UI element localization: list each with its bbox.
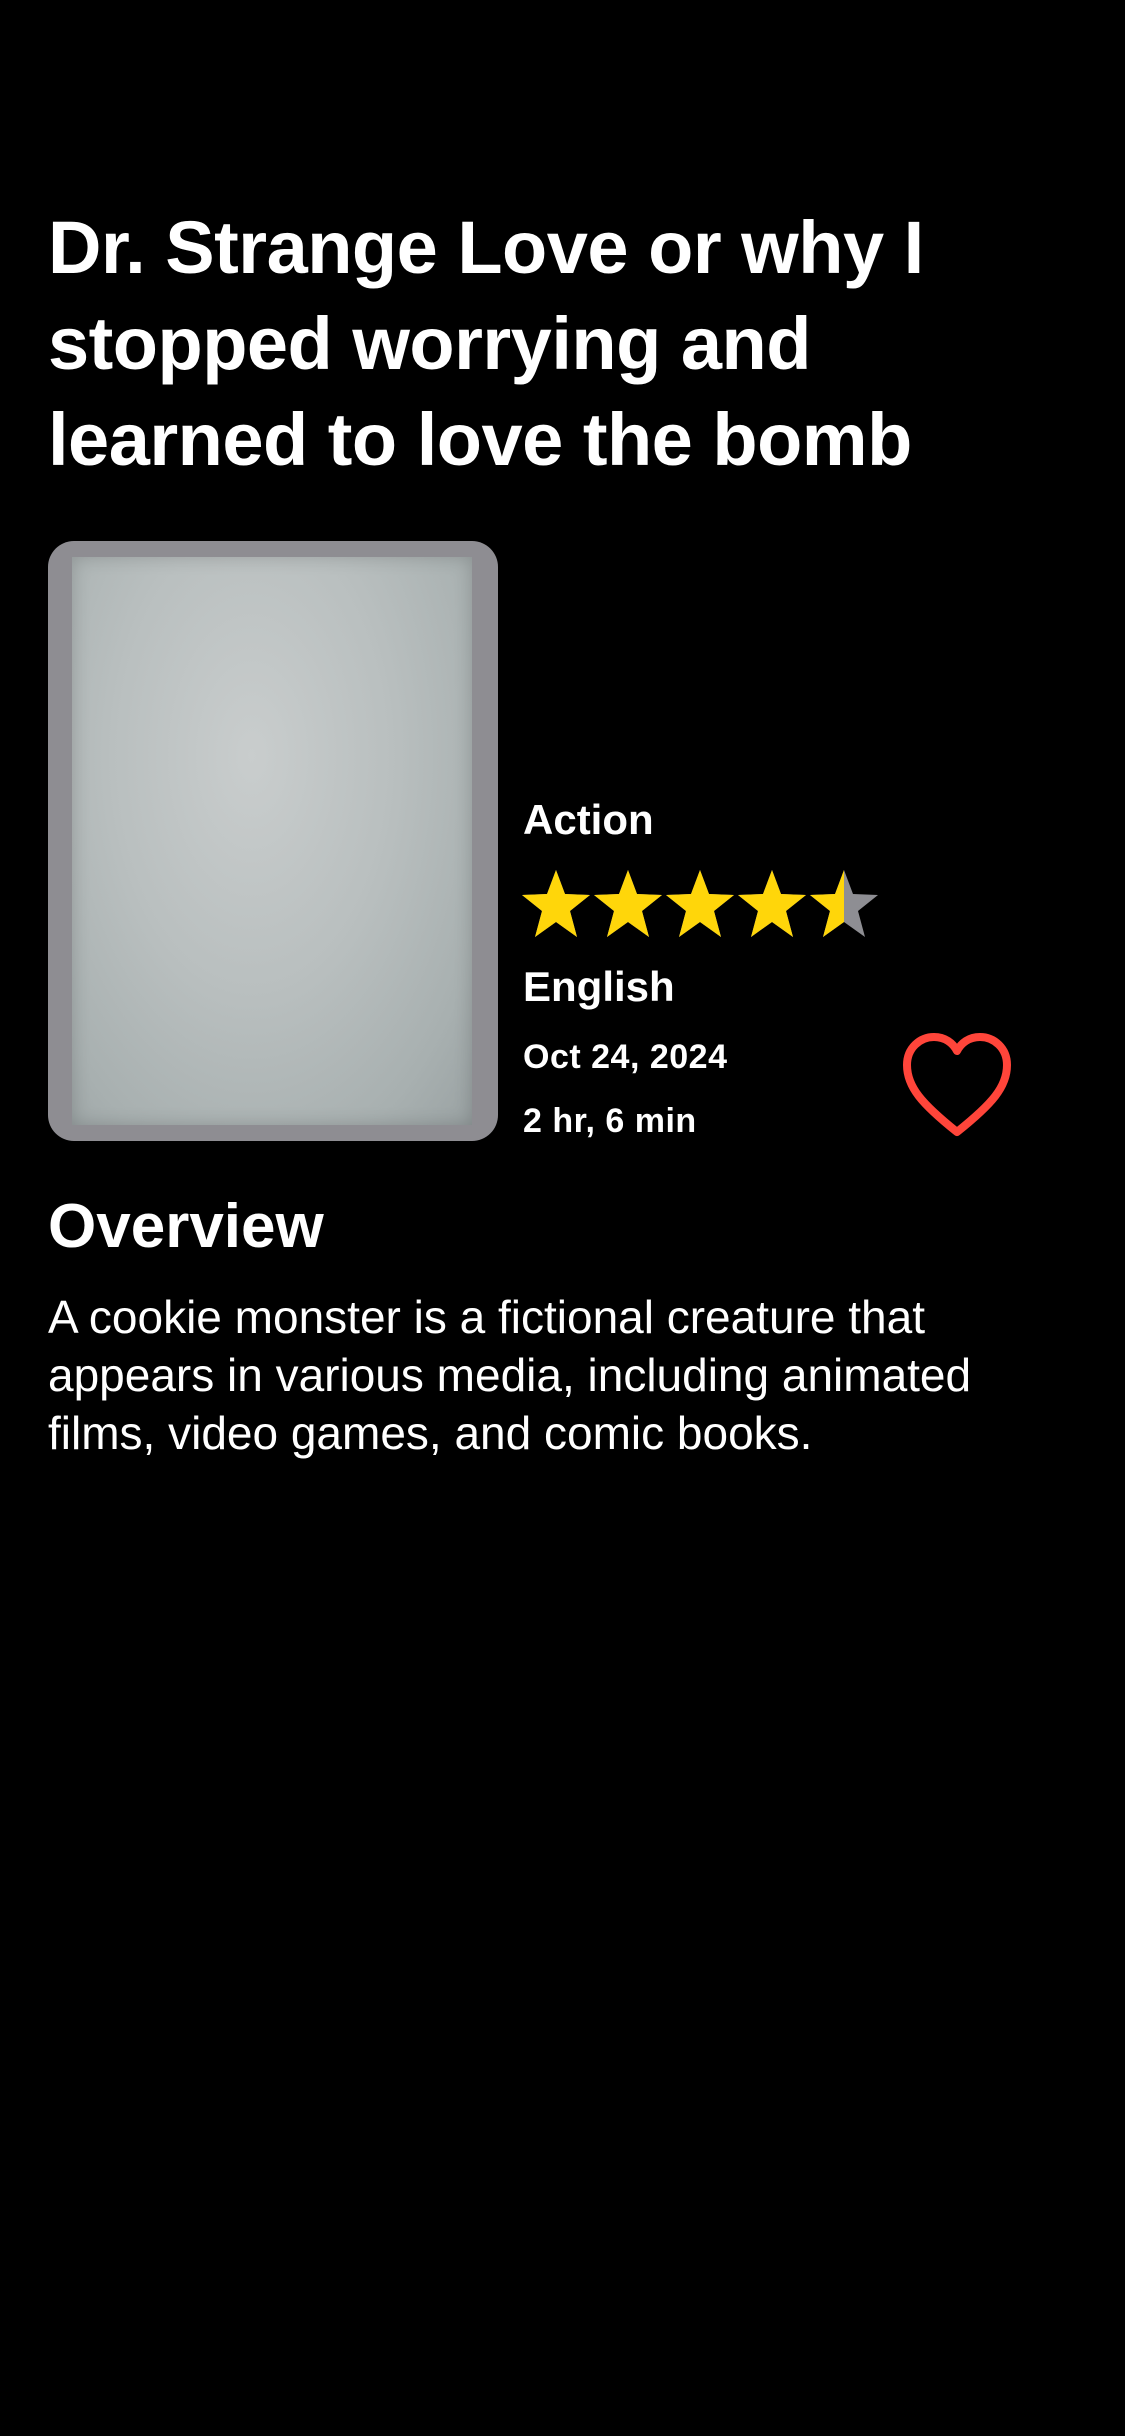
star-half-icon — [810, 870, 878, 937]
star-rating — [521, 868, 879, 942]
star-filled-icon — [666, 870, 734, 937]
star-filled-icon — [594, 870, 662, 937]
favorite-button[interactable] — [902, 1032, 1012, 1142]
star-filled-icon — [522, 870, 590, 937]
release-date: Oct 24, 2024 — [523, 1038, 728, 1076]
poster-image — [72, 557, 472, 1125]
runtime: 2 hr, 6 min — [523, 1102, 697, 1140]
overview-text: A cookie monster is a fictional creature… — [48, 1291, 972, 1459]
movie-title: Dr. Strange Love or why I stopped worryi… — [48, 206, 924, 481]
movie-poster — [48, 541, 498, 1141]
movie-detail-screen: Dr. Strange Love or why I stopped worryi… — [0, 0, 1125, 2436]
genre-label: Action — [523, 796, 654, 843]
star-filled-icon — [738, 870, 806, 937]
overview-heading: Overview — [48, 1192, 324, 1261]
language-label: English — [523, 963, 675, 1010]
heart-outline-icon — [903, 1033, 1011, 1136]
